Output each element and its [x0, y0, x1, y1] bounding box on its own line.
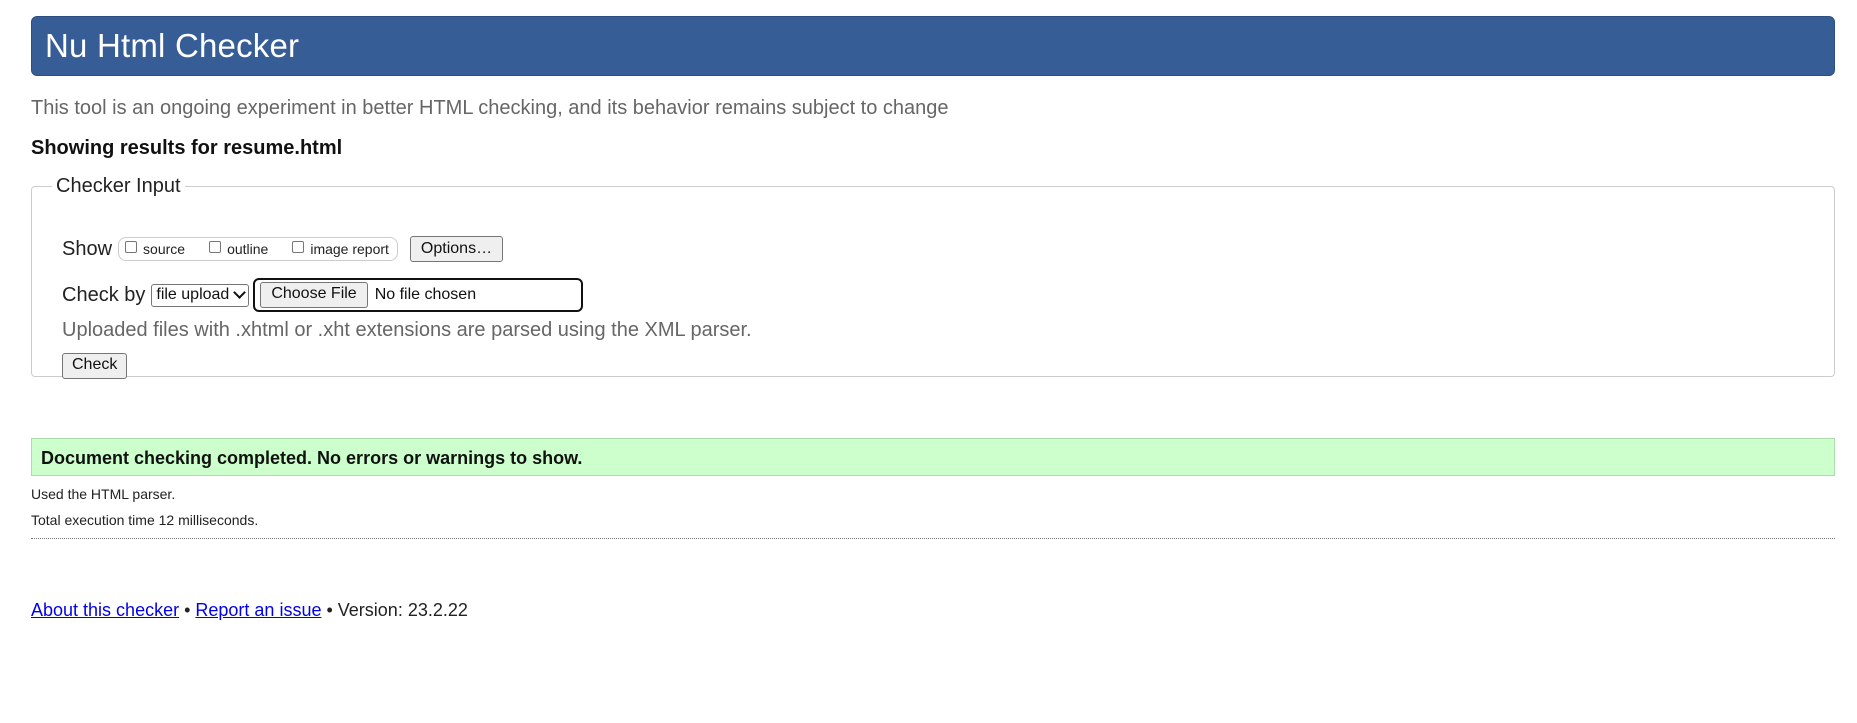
show-options-group: source outline image report: [118, 237, 398, 261]
results-filename: resume.html: [223, 137, 343, 159]
chevron-down-icon: [233, 286, 247, 299]
image-report-checkbox[interactable]: [292, 241, 305, 253]
file-status-text: No file chosen: [374, 286, 477, 303]
show-image-report-option[interactable]: image report: [292, 241, 389, 257]
options-button[interactable]: Options…: [409, 236, 504, 262]
upload-note: Uploaded files with .xhtml or .xht exten…: [62, 319, 752, 341]
check-by-selected-value: file upload: [156, 286, 230, 303]
footer-separator: •: [326, 600, 333, 620]
show-outline-option[interactable]: outline: [209, 241, 268, 257]
results-label: Showing results for: [31, 137, 218, 159]
checker-input-legend: Checker Input: [56, 175, 181, 197]
header-banner: Nu Html Checker: [31, 16, 1835, 76]
show-source-option[interactable]: source: [125, 241, 185, 257]
show-row: Show source outline image report Options…: [62, 236, 504, 262]
check-by-label: Check by: [62, 283, 146, 306]
outline-checkbox[interactable]: [209, 241, 222, 253]
footer: About this checker • Report an issue • Versi…: [31, 600, 468, 621]
divider: [31, 538, 1835, 539]
source-checkbox-label: source: [143, 241, 186, 257]
subtitle: This tool is an ongoing experiment in be…: [31, 97, 949, 119]
page-title: Nu Html Checker: [45, 27, 300, 64]
page: Nu Html Checker This tool is an ongoing …: [0, 0, 1857, 723]
check-by-row: Check by file upload Choose File No file…: [62, 278, 584, 312]
success-message-box: Document checking completed. No errors o…: [31, 438, 1835, 476]
check-by-select[interactable]: file upload: [151, 283, 250, 307]
about-checker-link[interactable]: About this checker: [31, 600, 179, 620]
success-message: Document checking completed. No errors o…: [41, 448, 583, 468]
file-upload-input[interactable]: Choose File No file chosen: [253, 278, 584, 312]
results-heading: Showing results for resume.html: [31, 138, 342, 158]
outline-checkbox-label: outline: [227, 241, 269, 257]
choose-file-button[interactable]: Choose File: [260, 282, 368, 308]
image-report-checkbox-label: image report: [310, 241, 389, 257]
checker-input-fieldset: Checker Input Show source outline image …: [31, 175, 1835, 379]
version-text: Version: 23.2.22: [337, 600, 468, 620]
check-button[interactable]: Check: [62, 353, 128, 379]
footer-separator: •: [184, 600, 191, 620]
report-issue-link[interactable]: Report an issue: [195, 600, 321, 620]
source-checkbox[interactable]: [125, 241, 138, 253]
execution-time: Total execution time 12 milliseconds.: [31, 512, 259, 528]
parser-note: Used the HTML parser.: [31, 486, 176, 502]
show-label: Show: [62, 237, 113, 260]
